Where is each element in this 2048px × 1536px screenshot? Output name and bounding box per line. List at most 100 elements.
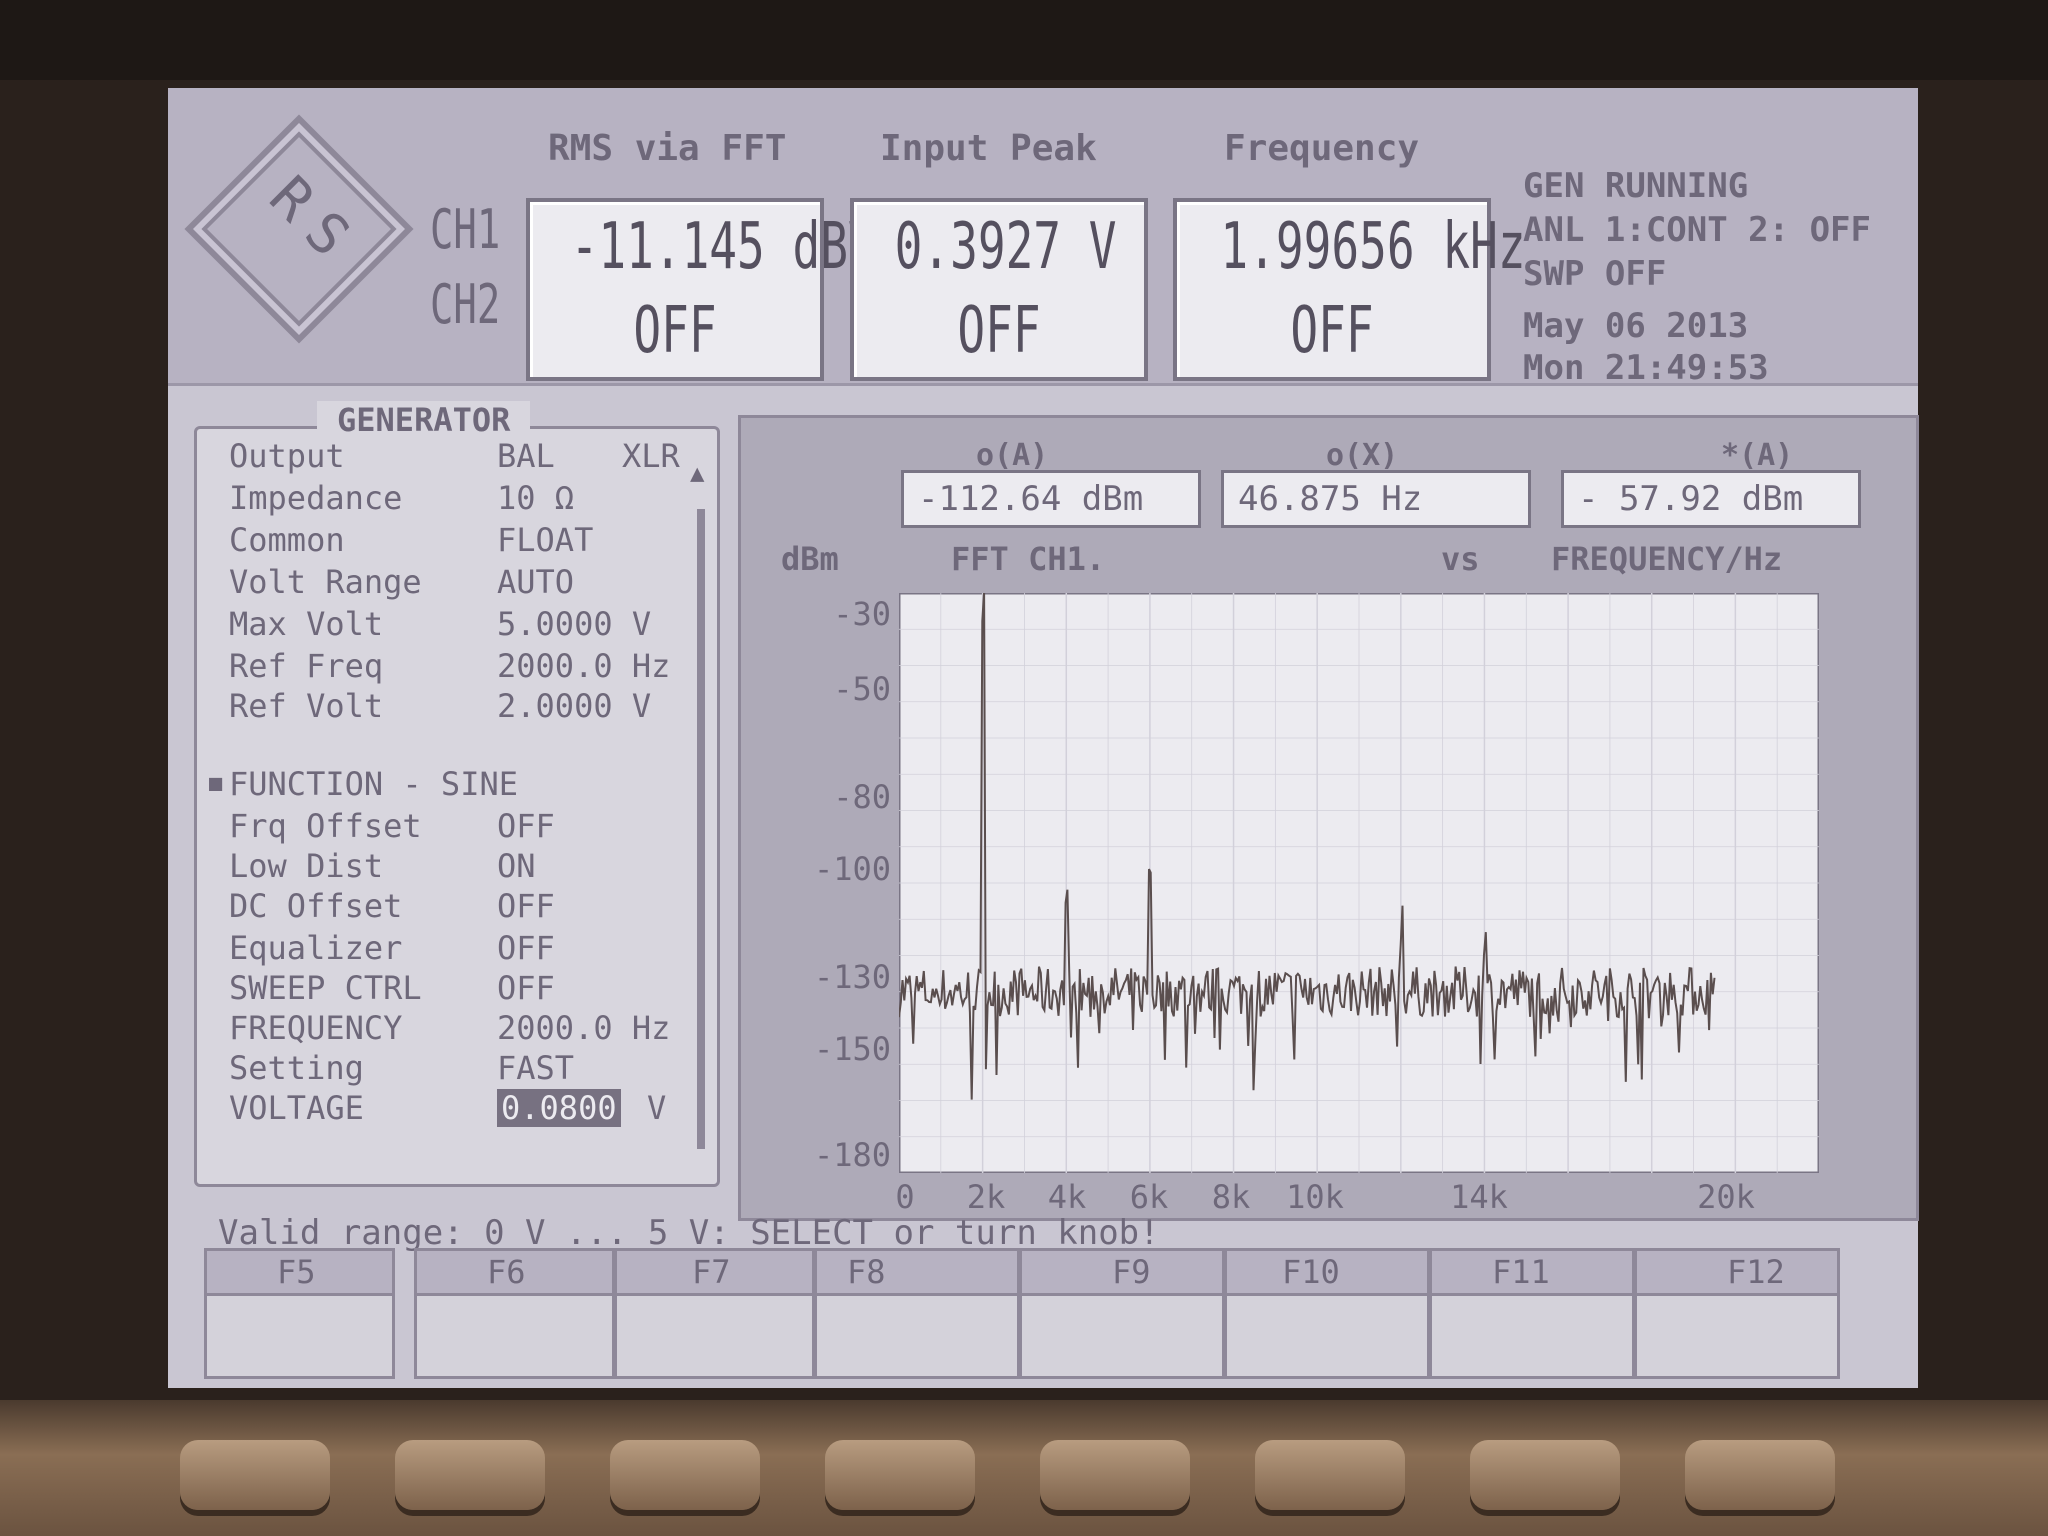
meter-peak-ch1: 0.3927 V	[894, 210, 1117, 284]
gen-value: OFF	[497, 969, 555, 1007]
trace-label: FFT CH1.	[951, 540, 1106, 578]
gen-row-voltage[interactable]: VOLTAGE 0.0800 V	[217, 1089, 697, 1129]
gen-row-dc-offset[interactable]: DC Offset OFF	[217, 887, 697, 927]
fft-plot[interactable]	[899, 593, 1819, 1173]
hardware-key[interactable]	[1255, 1440, 1405, 1510]
gen-label: Common	[229, 521, 345, 559]
cursor-o-x-value[interactable]: 46.875 Hz	[1221, 470, 1531, 528]
softkey-label: F9	[1112, 1253, 1151, 1291]
softkey-label: F8	[847, 1253, 886, 1291]
gen-row-function[interactable]: ■ FUNCTION - SINE	[209, 765, 697, 805]
meter-peak-ch2: OFF	[957, 294, 1041, 368]
gen-row-common[interactable]: Common FLOAT	[217, 521, 697, 561]
softkey-f7[interactable]: F7	[614, 1248, 815, 1379]
softkey-f9[interactable]: F9	[1019, 1248, 1225, 1379]
gen-label: SWEEP CTRL	[229, 969, 422, 1007]
cursor-star-a-value[interactable]: - 57.92 dBm	[1561, 470, 1861, 528]
hardware-key[interactable]	[395, 1440, 545, 1510]
softkey-f5[interactable]: F5	[204, 1248, 395, 1379]
gen-row-ref-volt[interactable]: Ref Volt 2.0000 V	[217, 687, 697, 727]
status-sweep: SWP OFF	[1523, 254, 1667, 294]
gen-row-frequency[interactable]: FREQUENCY 2000.0 Hz	[217, 1009, 697, 1049]
softkey-label: F5	[277, 1253, 316, 1291]
meter-title-peak: Input Peak	[880, 128, 1097, 169]
gen-value: OFF	[497, 929, 555, 967]
status-date: May 06 2013	[1523, 306, 1749, 346]
gen-label: Output	[229, 437, 345, 475]
hardware-key[interactable]	[610, 1440, 760, 1510]
x-tick-label: 10k	[1286, 1178, 1344, 1216]
softkey-label: F7	[692, 1253, 731, 1291]
graph-panel: o(A) -112.64 dBm o(X) 46.875 Hz *(A) - 5…	[738, 415, 1919, 1221]
ch1-label: CH1	[430, 198, 501, 261]
gen-row-ref-freq[interactable]: Ref Freq 2000.0 Hz	[217, 647, 697, 687]
x-tick-label: 2k	[966, 1178, 1006, 1216]
hardware-key[interactable]	[825, 1440, 975, 1510]
softkey-f12[interactable]: F12	[1634, 1248, 1840, 1379]
x-tick-label: 8k	[1211, 1178, 1251, 1216]
y-tick-label: -50	[833, 670, 891, 708]
gen-row-impedance[interactable]: Impedance 10 Ω	[217, 479, 697, 519]
y-tick-label: -100	[813, 850, 891, 888]
gen-value: OFF	[497, 887, 555, 925]
gen-label: FUNCTION - SINE	[229, 765, 518, 803]
meter-peak[interactable]: 0.3927 V OFF	[850, 198, 1148, 381]
softkey-f6[interactable]: F6	[414, 1248, 615, 1379]
gen-label: Equalizer	[229, 929, 403, 967]
cursor-o-a-value[interactable]: -112.64 dBm	[901, 470, 1201, 528]
y-tick-label: -130	[813, 958, 891, 996]
meter-frequency[interactable]: 1.99656 kHz OFF	[1173, 198, 1526, 381]
analyzer-screen: RS CH1 CH2 RMS via FFT -11.145 dBV OFF I…	[168, 88, 1919, 1388]
hardware-key[interactable]	[1470, 1440, 1620, 1510]
gen-row-max-volt[interactable]: Max Volt 5.0000 V	[217, 605, 697, 645]
y-tick-label: -80	[833, 778, 891, 816]
gen-value: OFF	[497, 807, 555, 845]
gen-extra: XLR	[622, 437, 680, 475]
gen-value: 2000.0 Hz	[497, 647, 671, 685]
gen-label: Frq Offset	[229, 807, 422, 845]
softkey-f10[interactable]: F10	[1224, 1248, 1430, 1379]
gen-row-output[interactable]: Output BAL XLR	[217, 437, 697, 477]
gen-row-volt-range[interactable]: Volt Range AUTO	[217, 563, 697, 603]
gen-value: BAL	[497, 437, 555, 475]
ch2-label: CH2	[430, 273, 501, 336]
y-unit-label: dBm	[781, 540, 839, 578]
gen-label: Setting	[229, 1049, 364, 1087]
header-panel: RS CH1 CH2 RMS via FFT -11.145 dBV OFF I…	[168, 88, 1918, 388]
hardware-key[interactable]	[1685, 1440, 1835, 1510]
gen-row-equalizer[interactable]: Equalizer OFF	[217, 929, 697, 969]
vs-label: vs	[1441, 540, 1480, 578]
cursor-o-x-label: o(X)	[1326, 438, 1399, 473]
status-message: Valid range: 0 V ... 5 V: SELECT or turn…	[218, 1213, 1160, 1253]
meter-frequency-ch1: 1.99656 kHz	[1220, 210, 1526, 284]
softkey-f8[interactable]: F8	[814, 1248, 1020, 1379]
hardware-key[interactable]	[180, 1440, 330, 1510]
hardware-key[interactable]	[1040, 1440, 1190, 1510]
gen-row-low-dist[interactable]: Low Dist ON	[217, 847, 697, 887]
cursor-star-a-label: *(A)	[1721, 438, 1794, 473]
gen-value: 5.0000 V	[497, 605, 652, 643]
voltage-input[interactable]: 0.0800	[497, 1089, 621, 1127]
status-gen: GEN RUNNING	[1523, 166, 1749, 206]
generator-scrollbar[interactable]	[697, 509, 705, 1149]
meter-rms[interactable]: -11.145 dBV OFF	[526, 198, 876, 381]
gen-value: 10 Ω	[497, 479, 575, 517]
gen-label: Ref Freq	[229, 647, 384, 685]
gen-row-frq-offset[interactable]: Frq Offset OFF	[217, 807, 697, 847]
status-anl: ANL 1:CONT 2: OFF	[1523, 210, 1871, 250]
softkey-label: F10	[1282, 1253, 1340, 1291]
meter-frequency-ch2: OFF	[1290, 294, 1374, 368]
gen-label: Low Dist	[229, 847, 384, 885]
meter-rms-ch1: -11.145 dBV	[570, 210, 876, 284]
gen-label: Max Volt	[229, 605, 384, 643]
softkey-f11[interactable]: F11	[1429, 1248, 1635, 1379]
y-tick-label: -180	[813, 1136, 891, 1174]
gen-label: Impedance	[229, 479, 403, 517]
softkey-bar: F5 F6 F7 F8 F9 F10 F11 F12	[204, 1248, 1894, 1379]
softkey-label: F12	[1727, 1253, 1785, 1291]
gen-row-sweep-ctrl[interactable]: SWEEP CTRL OFF	[217, 969, 697, 1009]
status-time: Mon 21:49:53	[1523, 348, 1769, 388]
gen-value: AUTO	[497, 563, 575, 601]
gen-row-setting[interactable]: Setting FAST	[217, 1049, 697, 1089]
gen-label: FREQUENCY	[229, 1009, 403, 1047]
